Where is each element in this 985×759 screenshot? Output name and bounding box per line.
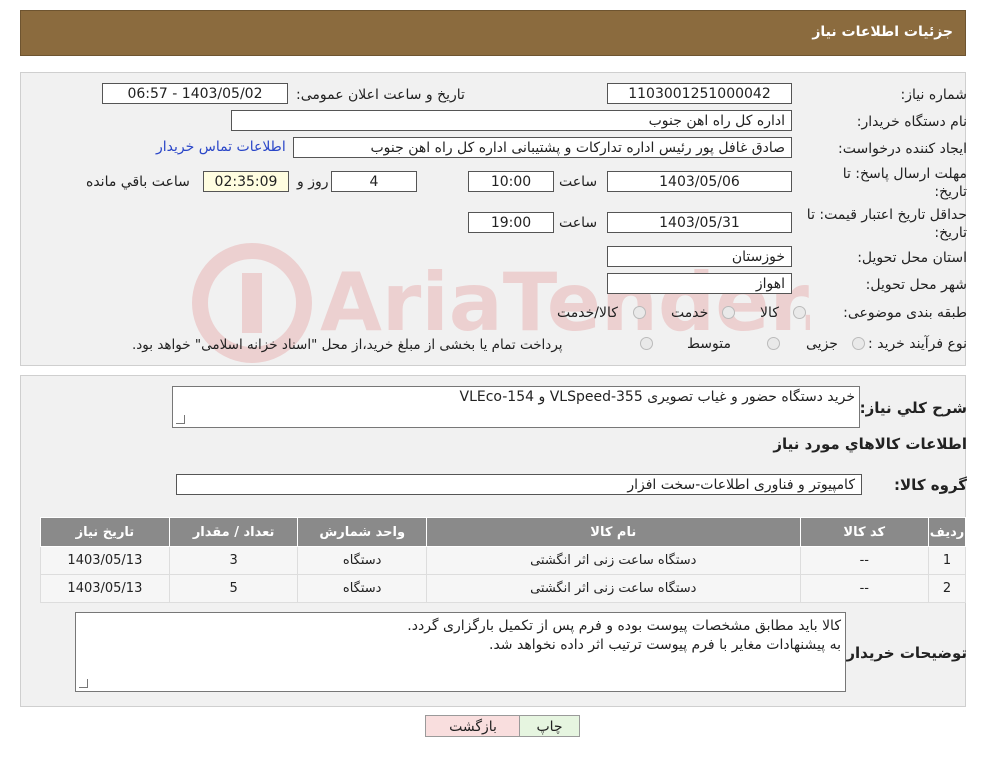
remaining-label: ساعت باقي مانده [86, 174, 190, 190]
cell-item-code: -- [799, 546, 930, 575]
page-header: جزئیات اطلاعات نیاز [20, 10, 966, 56]
deadline-time-label: ساعت [559, 174, 598, 190]
validity-time-field: 19:00 [468, 212, 554, 233]
col-item-name: نام کالا [426, 517, 801, 547]
group-label: گروه کالا: [894, 476, 967, 494]
buyer-notes-textarea: کالا باید مطابق مشخصات پیوست بوده و فرم … [75, 612, 846, 692]
col-row-number: رديف [928, 517, 966, 547]
process-note: پرداخت تمام یا بخشی از مبلغ خرید،از محل … [132, 337, 563, 353]
deadline-date-field: 1403/05/06 [607, 171, 792, 192]
cell-row-number: 1 [928, 546, 966, 575]
announce-label: تاریخ و ساعت اعلان عمومی: [296, 87, 465, 103]
remaining-time-field: 02:35:09 [203, 171, 289, 192]
creator-label: ایجاد کننده درخواست: [838, 141, 967, 157]
back-button[interactable]: بازگشت [425, 715, 521, 737]
creator-field: صادق غافل پور رئیس اداره تدارکات و پشتیب… [293, 137, 792, 158]
need-number-label: شماره نیاز: [900, 87, 968, 103]
cell-item-code: -- [799, 574, 930, 603]
category-radio-service[interactable] [722, 306, 735, 319]
validity-label-date: تاريخ: [934, 225, 967, 241]
days-label: روز و [297, 174, 329, 190]
category-radio-goods[interactable] [793, 306, 806, 319]
buyer-org-label: نام دستگاه خریدار: [856, 114, 967, 130]
buyer-notes-line-2: به پیشنهادات مغایر با فرم پیوست ترتیب اث… [489, 637, 841, 653]
buyer-org-field: اداره کل راه اهن جنوب [231, 110, 792, 131]
process-option-medium: متوسط [687, 336, 731, 352]
process-option-minor: جزیی [806, 336, 838, 352]
cell-item-name: دستگاه ساعت زنی اثر انگشتی [426, 546, 801, 575]
category-option-goods-service: کالا/خدمت [557, 305, 618, 321]
col-unit: واحد شمارش [297, 517, 428, 547]
cell-item-name: دستگاه ساعت زنی اثر انگشتی [426, 574, 801, 603]
col-quantity: تعداد / مقدار [168, 517, 299, 547]
page-title: جزئیات اطلاعات نیاز [812, 24, 953, 40]
province-label: استان محل تحويل: [857, 250, 967, 266]
validity-label: حداقل تاريخ اعتبار قيمت: تا [806, 207, 967, 223]
process-radio-medium[interactable] [767, 337, 780, 350]
province-field: خوزستان [607, 246, 792, 267]
table-row: 2 -- دستگاه ساعت زنی اثر انگشتی دستگاه 5… [40, 574, 966, 603]
buyer-contact-link[interactable]: اطلاعات تماس خریدار [156, 139, 286, 155]
buyer-notes-label: توضيحات خريدار: [840, 644, 967, 662]
cell-quantity: 3 [168, 546, 299, 575]
buyer-notes-line-1: کالا باید مطابق مشخصات پیوست بوده و فرم … [407, 618, 841, 634]
announce-field: 1403/05/02 - 06:57 [102, 83, 288, 104]
cell-need-date: 1403/05/13 [40, 546, 170, 575]
city-label: شهر محل تحويل: [865, 277, 967, 293]
summary-label: شرح کلي نياز: [859, 399, 967, 417]
deadline-label-date: تاریخ: [934, 184, 967, 200]
process-radio-treasury[interactable] [640, 337, 653, 350]
process-radio-minor[interactable] [852, 337, 865, 350]
category-option-service: خدمت [671, 305, 709, 321]
category-radio-goods-service[interactable] [633, 306, 646, 319]
need-number-field: 1103001251000042 [607, 83, 792, 104]
summary-textarea: خرید دستگاه حضور و غیاب تصویری VLSpeed-3… [172, 386, 860, 428]
category-label: طبقه بندی موضوعی: [843, 305, 967, 321]
cell-quantity: 5 [168, 574, 299, 603]
print-button[interactable]: چاپ [519, 715, 580, 737]
validity-date-field: 1403/05/31 [607, 212, 792, 233]
city-field: اهواز [607, 273, 792, 294]
deadline-label: مهلت ارسال پاسخ: تا [842, 166, 967, 182]
col-need-date: تاريخ نياز [40, 517, 170, 547]
validity-time-label: ساعت [559, 215, 598, 231]
cell-row-number: 2 [928, 574, 966, 603]
summary-text: خرید دستگاه حضور و غیاب تصویری VLSpeed-3… [459, 389, 856, 405]
cell-need-date: 1403/05/13 [40, 574, 170, 603]
table-header-row: رديف کد کالا نام کالا واحد شمارش تعداد /… [40, 517, 966, 547]
group-field: کامپیوتر و فناوری اطلاعات-سخت افزار [176, 474, 862, 495]
cell-unit: دستگاه [297, 574, 428, 603]
goods-table: رديف کد کالا نام کالا واحد شمارش تعداد /… [40, 517, 966, 603]
resize-handle-icon[interactable] [79, 679, 88, 688]
col-item-code: کد کالا [799, 517, 930, 547]
process-label: نوع فرآیند خرید : [868, 336, 967, 352]
resize-handle-icon[interactable] [176, 415, 185, 424]
days-field: 4 [331, 171, 417, 192]
goods-section-title: اطلاعات کالاهاي مورد نياز [773, 435, 967, 453]
table-row: 1 -- دستگاه ساعت زنی اثر انگشتی دستگاه 3… [40, 546, 966, 575]
deadline-time-field: 10:00 [468, 171, 554, 192]
category-option-goods: کالا [760, 305, 779, 321]
cell-unit: دستگاه [297, 546, 428, 575]
